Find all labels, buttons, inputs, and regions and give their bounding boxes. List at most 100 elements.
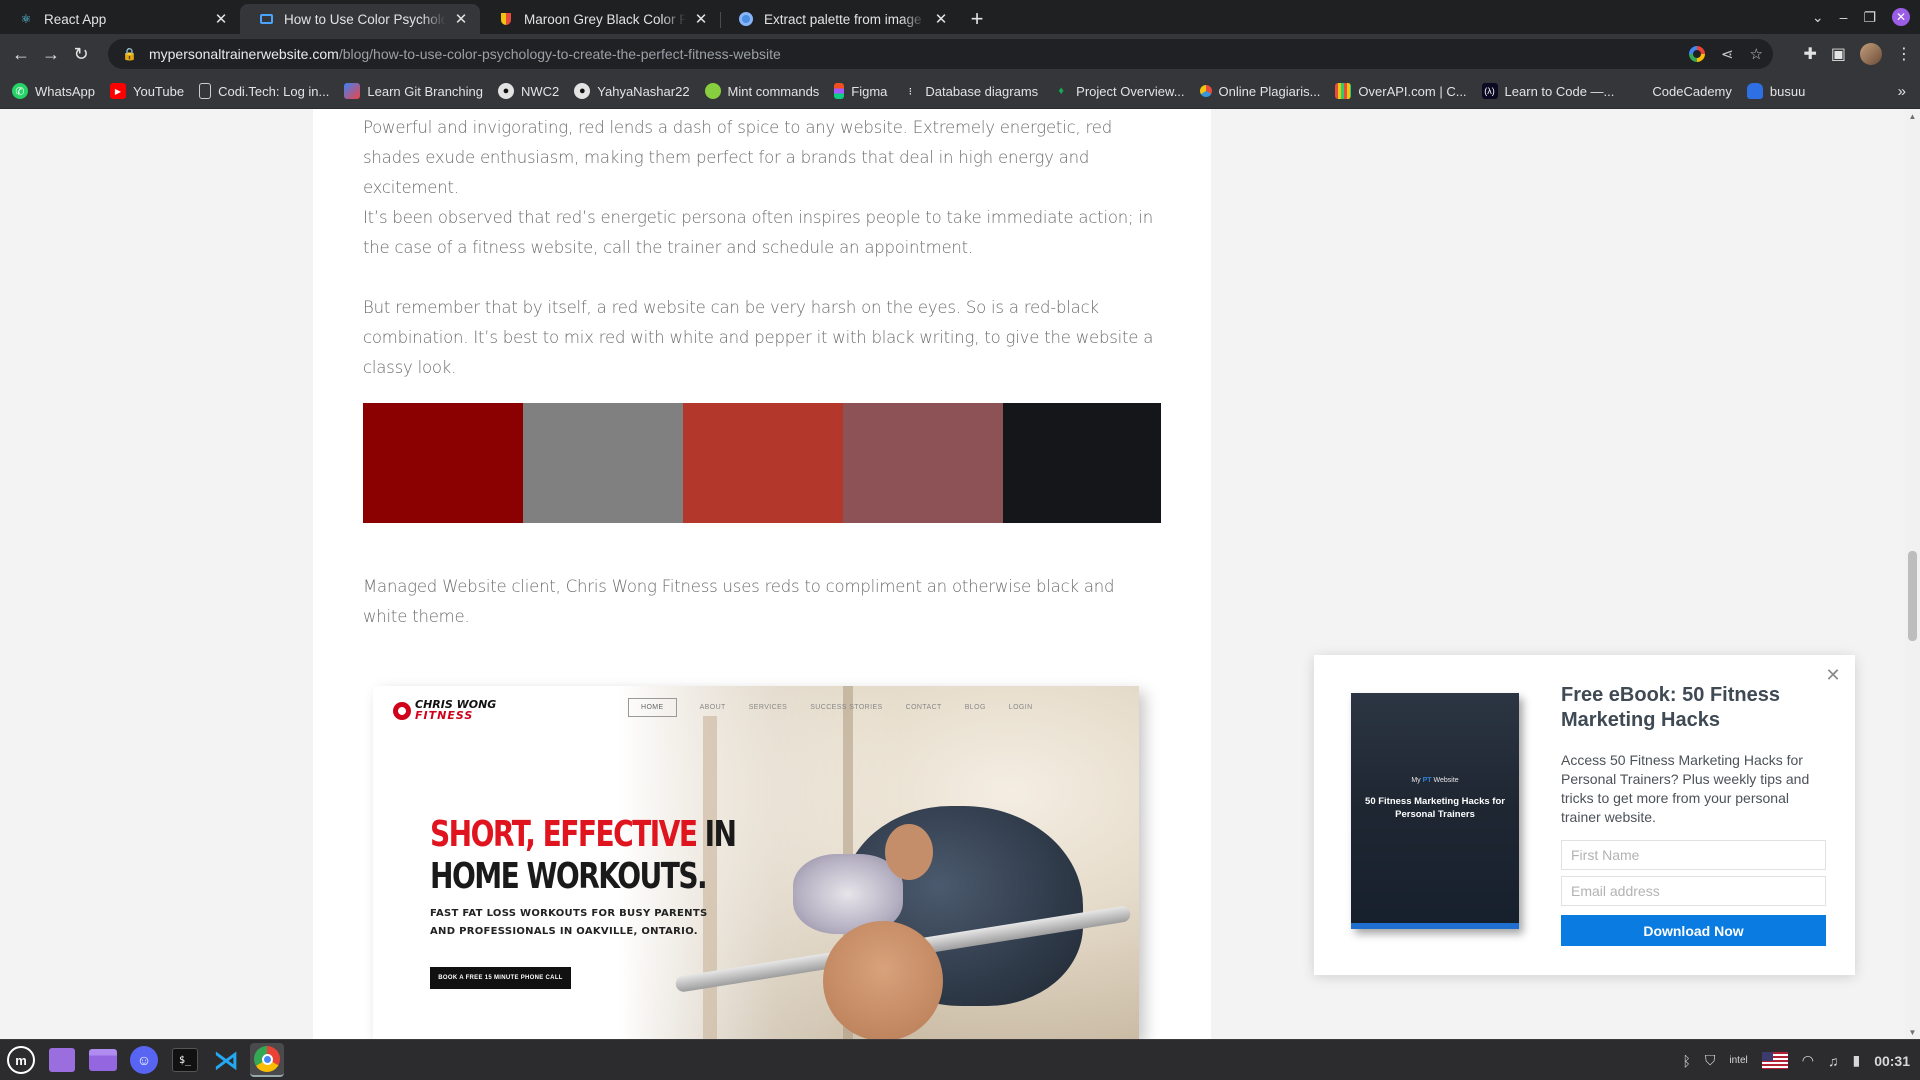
terminal-icon[interactable]: $_	[168, 1043, 202, 1077]
forward-icon[interactable]: →	[36, 39, 66, 69]
close-tab-icon[interactable]: ✕	[452, 10, 470, 28]
tab-title: Extract palette from image -	[764, 11, 926, 27]
nav-about: ABOUT	[699, 704, 726, 711]
wifi-icon[interactable]: ◠	[1802, 1052, 1814, 1069]
close-tab-icon[interactable]: ✕	[212, 10, 230, 28]
close-tab-icon[interactable]: ✕	[692, 10, 710, 28]
discord-icon[interactable]: ☺	[127, 1043, 161, 1077]
tab-search-icon[interactable]: ⌄	[1812, 9, 1824, 26]
site-icon	[258, 11, 274, 27]
taskbar: m ☺ $_ ⋊ ᛒ ⛉ intel ◠ ♫ ▮ 00:31	[0, 1039, 1920, 1080]
share-icon[interactable]: ⋖	[1721, 45, 1734, 63]
first-name-input[interactable]	[1561, 840, 1826, 870]
close-tab-icon[interactable]: ✕	[932, 10, 950, 28]
tab-color-psychology[interactable]: How to Use Color Psychology ✕	[240, 4, 480, 34]
website-screenshot: CHRIS WONG FITNESS HOME ABOUT SERVICES S…	[373, 686, 1139, 1039]
git-icon	[344, 83, 361, 99]
color-swatch	[843, 403, 1003, 523]
back-icon[interactable]: ←	[6, 39, 36, 69]
page-scrollbar[interactable]: ▲ ▼	[1905, 109, 1920, 1039]
keyboard-layout-flag-icon[interactable]	[1761, 1052, 1788, 1069]
screenshot-cta: BOOK A FREE 15 MINUTE PHONE CALL	[430, 967, 571, 989]
mint-icon	[704, 83, 721, 99]
bookmark-overapi[interactable]: OverAPI.com | C...	[1335, 83, 1467, 99]
nav-contact: CONTACT	[905, 704, 942, 711]
battery-icon[interactable]: ▮	[1852, 1052, 1860, 1069]
vscode-icon[interactable]: ⋊	[209, 1043, 243, 1077]
nav-services: SERVICES	[748, 704, 788, 711]
mint-menu-icon[interactable]: m	[4, 1043, 38, 1077]
bookmark-database-diagrams[interactable]: ⁝ Database diagrams	[902, 83, 1038, 99]
tab-maroon-palette[interactable]: Maroon Grey Black Color Pal ✕	[480, 4, 720, 34]
side-panel-icon[interactable]: ▣	[1831, 44, 1846, 64]
bookmark-nwc2[interactable]: ● NWC2	[498, 83, 559, 99]
tab-title: How to Use Color Psychology	[284, 11, 446, 27]
tab-title: Maroon Grey Black Color Pal	[524, 11, 686, 27]
dbdiagram-icon: ⁝	[908, 85, 913, 98]
workspace-icon[interactable]	[45, 1043, 79, 1077]
headline-dark: IN	[696, 814, 737, 855]
github-icon: ●	[498, 83, 514, 99]
files-icon[interactable]	[86, 1043, 120, 1077]
chrome-icon[interactable]	[250, 1043, 284, 1077]
scroll-down-icon[interactable]: ▼	[1905, 1025, 1920, 1039]
email-input[interactable]	[1561, 876, 1826, 906]
color-palette	[363, 403, 1161, 523]
popup-description: Access 50 Fitness Marketing Hacks for Pe…	[1561, 752, 1810, 825]
bookmark-yahyanashar[interactable]: ● YahyaNashar22	[574, 83, 690, 99]
bookmark-whatsapp[interactable]: ✆ WhatsApp	[12, 83, 95, 99]
busuu-icon	[1746, 83, 1763, 99]
chris-wong-logo: CHRIS WONG FITNESS	[393, 699, 496, 721]
download-now-button[interactable]: Download Now	[1561, 915, 1826, 946]
bookmark-codecademy[interactable]: CodeCademy	[1629, 83, 1732, 99]
youtube-icon: ▶	[109, 83, 126, 99]
tab-strip: ⚛ React App ✕ How to Use Color Psycholog…	[0, 0, 1920, 34]
clock[interactable]: 00:31	[1874, 1053, 1910, 1069]
address-bar[interactable]: 🔒 mypersonaltrainerwebsite.com/blog/how-…	[108, 39, 1773, 69]
headline-red: SHORT, EFFECTIVE	[430, 814, 698, 855]
window-controls: ⌄ – ❐ ✕	[1812, 0, 1920, 34]
bookmark-mint-commands[interactable]: Mint commands	[704, 83, 819, 99]
hero-hand	[823, 921, 943, 1039]
color-swatch	[683, 403, 843, 523]
close-window-icon[interactable]: ✕	[1892, 8, 1910, 26]
reload-icon[interactable]: ↻	[66, 39, 96, 69]
minimize-icon[interactable]: –	[1840, 9, 1848, 25]
scrollbar-thumb[interactable]	[1908, 551, 1917, 641]
whatsapp-icon: ✆	[12, 83, 28, 99]
bookmarks-bar: ✆ WhatsApp ▶ YouTube Codi.Tech: Log in... …	[0, 74, 1920, 109]
tab-react-app[interactable]: ⚛ React App ✕	[0, 4, 240, 34]
bookmark-plagiarism[interactable]: Online Plagiaris...	[1199, 84, 1320, 99]
paragraph-red-intro: Powerful and invigorating, red lends a d…	[363, 118, 1112, 197]
bookmark-coditech[interactable]: Codi.Tech: Log in...	[199, 83, 329, 99]
ebook-cover-title: 50 Fitness Marketing Hacks for Personal …	[1365, 796, 1505, 820]
figma-icon	[834, 83, 845, 99]
new-tab-button[interactable]: +	[960, 4, 994, 34]
profile-avatar[interactable]	[1860, 43, 1882, 65]
more-bookmarks-icon[interactable]: »	[1898, 74, 1906, 109]
bookmark-busuu[interactable]: busuu	[1746, 83, 1805, 99]
lock-icon[interactable]: 🔒	[122, 47, 137, 61]
bookmark-learn-git[interactable]: Learn Git Branching	[344, 83, 483, 99]
headline-dark: HOME WORKOUTS.	[430, 856, 708, 897]
bookmark-star-icon[interactable]: ☆	[1750, 45, 1763, 63]
google-lens-icon[interactable]	[1688, 46, 1705, 62]
menu-icon[interactable]: ⋮	[1896, 44, 1912, 64]
maximize-icon[interactable]: ❐	[1863, 9, 1876, 26]
tab-extract-palette[interactable]: Extract palette from image - ✕	[720, 4, 960, 34]
bookmark-figma[interactable]: Figma	[834, 83, 887, 99]
shield-icon[interactable]: ⛉	[1705, 1052, 1716, 1069]
close-icon[interactable]: ✕	[1823, 665, 1843, 685]
extensions-icon[interactable]: ✚	[1803, 44, 1816, 64]
bookmark-freecodecamp[interactable]: (λ) Learn to Code —...	[1481, 83, 1614, 99]
chrome-icon	[738, 11, 754, 27]
intel-icon[interactable]: intel	[1729, 1055, 1747, 1066]
screenshot-headline: SHORT, EFFECTIVE IN HOME WORKOUTS.	[430, 814, 742, 898]
scroll-up-icon[interactable]: ▲	[1905, 109, 1920, 123]
bookmark-youtube[interactable]: ▶ YouTube	[109, 83, 184, 99]
bluetooth-icon[interactable]: ᛒ	[1682, 1053, 1690, 1069]
bookmark-project-overview[interactable]: ♦ Project Overview...	[1053, 83, 1184, 99]
sound-icon[interactable]: ♫	[1828, 1053, 1839, 1069]
nav-home: HOME	[628, 698, 677, 717]
doc-icon	[199, 83, 212, 99]
